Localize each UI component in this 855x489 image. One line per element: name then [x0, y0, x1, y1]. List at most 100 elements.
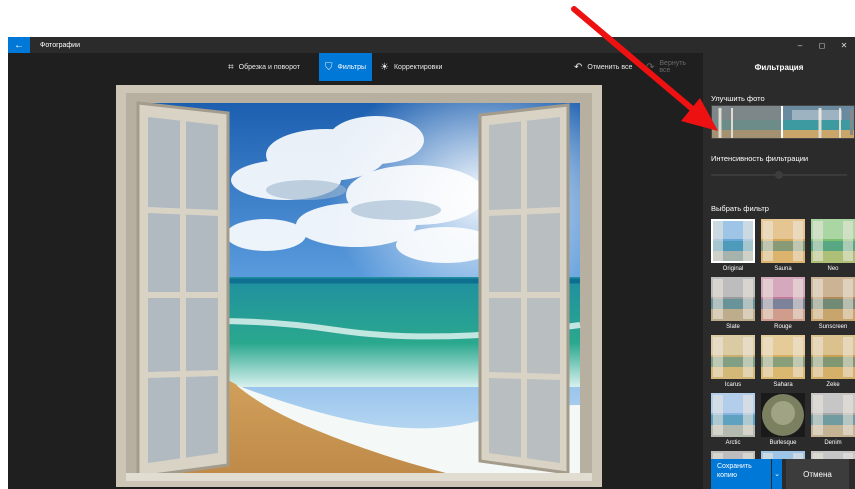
undo-icon: ↶ — [574, 61, 583, 73]
filter-tile-sahara[interactable]: Sahara — [761, 335, 805, 388]
filter-preview — [711, 335, 755, 379]
filter-tile-sauna[interactable]: Sauna — [761, 219, 805, 272]
filter-thumbnail — [811, 277, 855, 321]
filter-thumbnail — [811, 335, 855, 379]
filter-thumbnail — [811, 393, 855, 437]
filter-preview — [761, 277, 805, 321]
filter-tile-burlesque[interactable]: Burlesque — [761, 393, 805, 446]
filter-thumbnail — [761, 335, 805, 379]
filter-preview — [811, 335, 855, 379]
pane-scrollbar-thumb[interactable] — [850, 109, 853, 135]
filter-preview — [761, 219, 805, 263]
filter-label: Sauna — [774, 266, 792, 272]
filter-label: Denim — [824, 440, 842, 446]
chevron-down-icon: ⌄ — [774, 471, 780, 478]
enhance-photo-label: Улучшить фото — [711, 94, 765, 103]
tab-filters[interactable]: ⛉ Фильтры — [319, 53, 373, 81]
filter-tile-partial[interactable] — [761, 451, 805, 459]
close-button[interactable]: ✕ — [833, 37, 855, 53]
filter-tile-partial[interactable] — [811, 451, 855, 459]
edit-toolbar: ⌗ Обрезка и поворот ⛉ Фильтры ☀ Корректи… — [8, 53, 703, 81]
filter-label: Zeke — [826, 382, 840, 388]
tab-adjustments[interactable]: ☀ Корректировки — [374, 53, 448, 81]
filter-label: Neo — [827, 266, 839, 272]
tab-filters-label: Фильтры — [337, 63, 367, 71]
filter-thumbnail — [761, 393, 805, 437]
tab-crop-rotate[interactable]: ⌗ Обрезка и поворот — [222, 53, 306, 81]
sun-icon: ☀ — [380, 61, 389, 73]
filter-tile-arctic[interactable]: Arctic — [711, 393, 755, 446]
filter-thumbnail — [761, 277, 805, 321]
left-window-sash — [136, 101, 230, 479]
filter-tile-rouge[interactable]: Rouge — [761, 277, 805, 330]
filter-preview — [711, 219, 755, 263]
filter-label: Slate — [726, 324, 740, 330]
filter-preview — [711, 451, 755, 459]
enhance-preview — [712, 106, 854, 138]
filter-preview — [811, 451, 855, 459]
right-window-sash — [478, 103, 570, 475]
redo-all-button[interactable]: ↷ Вернуть все — [640, 53, 703, 81]
filter-thumbnail — [761, 451, 805, 459]
maximize-button[interactable]: ◻ — [811, 37, 833, 53]
filter-label: Burlesque — [769, 440, 797, 446]
save-copy-button[interactable]: Сохранить копию — [711, 459, 771, 489]
undo-all-label: Отменить все — [587, 63, 633, 71]
filter-preview — [761, 451, 805, 459]
intensity-slider[interactable] — [711, 171, 847, 179]
cancel-button[interactable]: Отмена — [786, 459, 849, 489]
crop-icon: ⌗ — [228, 61, 234, 73]
tab-crop-rotate-label: Обрезка и поворот — [238, 63, 300, 71]
minimize-button[interactable]: – — [789, 37, 811, 53]
app-title: Фотографии — [40, 41, 81, 49]
tab-adjustments-label: Корректировки — [393, 63, 443, 71]
photos-app-window: ← Фотографии – ◻ ✕ ⌗ Обрезка и поворот ⛉… — [8, 37, 855, 489]
save-options-dropdown[interactable]: ⌄ — [772, 459, 782, 489]
filter-tile-denim[interactable]: Denim — [811, 393, 855, 446]
title-bar: ← Фотографии – ◻ ✕ — [8, 37, 855, 53]
redo-icon: ↷ — [646, 61, 655, 73]
filter-thumbnail — [811, 451, 855, 459]
filter-preview — [811, 277, 855, 321]
filter-thumbnail — [711, 219, 755, 263]
filter-thumbnail — [811, 219, 855, 263]
filter-label: Rouge — [774, 324, 792, 330]
undo-all-button[interactable]: ↶ Отменить все — [568, 53, 638, 81]
filter-preview — [711, 277, 755, 321]
filter-preview — [811, 393, 855, 437]
filter-thumbnail — [711, 277, 755, 321]
intensity-thumb[interactable] — [775, 171, 783, 179]
filter-grid: Original Sauna Neo Slate Rouge Sunscreen… — [711, 219, 855, 459]
filter-preview — [711, 393, 755, 437]
photo-canvas — [8, 81, 703, 489]
filter-tile-partial[interactable] — [711, 451, 755, 459]
pane-title: Фильтрация — [754, 63, 804, 72]
filter-tile-zeke[interactable]: Zeke — [811, 335, 855, 388]
filter-preview — [811, 219, 855, 263]
filter-thumbnail — [711, 393, 755, 437]
filter-label: Sunscreen — [818, 324, 848, 330]
intensity-label: Интенсивность фильтрации — [711, 154, 809, 163]
window-controls: – ◻ ✕ — [789, 37, 855, 53]
filter-icon: ⛉ — [325, 61, 333, 73]
redo-all-label: Вернуть все — [659, 60, 687, 74]
filter-pane: Фильтрация Улучшить фото Интенсивность ф… — [703, 53, 855, 489]
filter-label: Icarus — [724, 382, 742, 388]
photo-window-seascape — [116, 85, 602, 487]
back-arrow-icon: ← — [14, 39, 24, 51]
filter-tile-neo[interactable]: Neo — [811, 219, 855, 272]
filter-preview — [761, 335, 805, 379]
filter-thumbnail — [761, 219, 805, 263]
filter-tile-icarus[interactable]: Icarus — [711, 335, 755, 388]
filter-thumbnail — [711, 335, 755, 379]
filter-tile-sunscreen[interactable]: Sunscreen — [811, 277, 855, 330]
filter-tile-slate[interactable]: Slate — [711, 277, 755, 330]
pane-scrollbar[interactable] — [850, 109, 853, 459]
back-button[interactable]: ← — [8, 37, 30, 53]
choose-filter-label: Выбрать фильтр — [711, 204, 769, 213]
filter-tile-original[interactable]: Original — [711, 219, 755, 272]
filter-label: Sahara — [773, 382, 793, 388]
filter-label: Original — [722, 266, 744, 272]
enhance-photo-toggle[interactable] — [711, 105, 855, 139]
filter-thumbnail — [711, 451, 755, 459]
